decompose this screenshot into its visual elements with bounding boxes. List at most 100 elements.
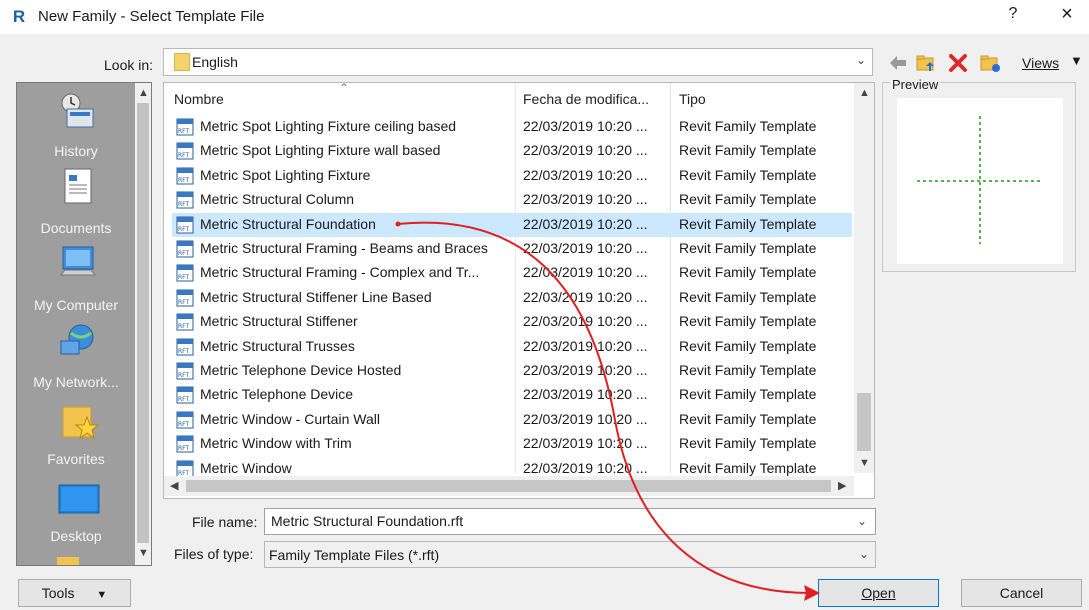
places-scrollbar[interactable]: ▲ ▼ (135, 83, 151, 565)
help-button[interactable]: ? (1003, 5, 1023, 27)
chevron-down-icon[interactable]: ⌄ (859, 547, 869, 561)
column-header-name[interactable]: Nombre (174, 88, 224, 114)
table-row[interactable]: RFT Metric Structural Column 22/03/2019 10… (172, 188, 852, 212)
preview-image (897, 98, 1063, 264)
close-button[interactable]: × (1055, 3, 1079, 27)
chevron-down-icon[interactable]: ⌄ (856, 53, 866, 67)
file-name-cell: Metric Spot Lighting Fixture ceiling bas… (200, 118, 457, 134)
file-type-cell: Revit Family Template (679, 288, 817, 305)
new-folder-icon[interactable] (979, 52, 1001, 74)
file-date-cell: 22/03/2019 10:20 ... (523, 142, 648, 159)
file-type-label: Files of type: (174, 546, 254, 562)
table-row[interactable]: RFT Metric Telephone Device 22/03/2019 10:… (172, 383, 852, 407)
open-button[interactable]: Open (818, 579, 939, 607)
documents-icon[interactable] (57, 167, 101, 207)
column-header-date[interactable]: Fecha de modifica... (523, 88, 649, 114)
table-row[interactable]: RFT Metric Spot Lighting Fixture ceiling … (172, 115, 852, 139)
table-row[interactable]: RFT Metric Structural Trusses 22/03/2019 1… (172, 335, 852, 359)
scroll-down-icon[interactable]: ▼ (859, 457, 870, 469)
table-row[interactable]: RFT Metric Window - Curtain Wall 22/03/201… (172, 408, 852, 432)
table-row[interactable]: RFT Metric Structural Stiffener 22/03/2019… (172, 310, 852, 334)
vertical-scroll-thumb[interactable] (857, 393, 871, 451)
file-type-cell: Revit Family Template (679, 166, 817, 183)
file-type-cell: Revit Family Template (679, 337, 817, 354)
file-type-cell: Revit Family Template (679, 240, 817, 256)
rft-file-icon: RFT (176, 338, 194, 356)
scroll-down-icon[interactable]: ▼ (138, 547, 149, 559)
table-row[interactable]: RFT Metric Spot Lighting Fixture 22/03/201… (172, 164, 852, 188)
file-date-cell: 22/03/2019 10:20 ... (523, 459, 648, 476)
rft-file-icon: RFT (176, 362, 194, 380)
table-row[interactable]: RFT Metric Telephone Device Hosted 22/03/2… (172, 359, 852, 383)
delete-icon[interactable] (947, 52, 969, 74)
back-arrow-icon[interactable] (887, 52, 909, 74)
favorites-icon[interactable] (57, 401, 101, 441)
open-button-label: Open (861, 585, 896, 601)
table-row[interactable]: RFT Metric Structural Framing - Beams and… (172, 237, 852, 261)
table-row[interactable]: RFT Metric Structural Framing - Complex a… (172, 261, 852, 285)
preview-label: Preview (890, 77, 941, 92)
scroll-left-icon[interactable]: ◀ (170, 479, 178, 492)
rft-file-icon: RFT (176, 313, 194, 331)
file-date-cell: 22/03/2019 10:20 ... (523, 288, 648, 305)
cancel-button[interactable]: Cancel (961, 579, 1082, 607)
file-type-dropdown[interactable]: Family Template Files (*.rft) ⌄ (264, 541, 876, 568)
svg-text:RFT: RFT (178, 177, 190, 184)
rft-file-icon: RFT (176, 216, 194, 234)
scroll-right-icon[interactable]: ▶ (838, 479, 846, 492)
file-type-cell: Revit Family Template (679, 118, 817, 134)
views-dropdown-arrow-icon[interactable]: ▼ (1070, 53, 1083, 68)
chevron-down-icon[interactable]: ⌄ (857, 514, 867, 528)
look-in-label: Look in: (104, 57, 154, 73)
places-scroll-thumb[interactable] (137, 103, 149, 543)
table-row[interactable]: RFT Metric Window with Trim 22/03/2019 10:… (172, 432, 852, 456)
svg-text:RFT: RFT (178, 323, 190, 330)
history-icon[interactable] (57, 91, 101, 131)
file-list: ⌃ Nombre Fecha de modifica... Tipo RFT Me… (163, 82, 875, 499)
place-label-my-computer[interactable]: My Computer (17, 297, 135, 313)
svg-text:RFT: RFT (178, 445, 190, 452)
computer-icon[interactable] (57, 243, 101, 283)
look-in-value: English (192, 54, 238, 70)
places-sidebar: History Documents My Computer My Network… (16, 82, 152, 566)
file-type-cell: Revit Family Template (679, 191, 817, 208)
scroll-up-icon[interactable]: ▲ (138, 87, 149, 99)
up-folder-icon[interactable] (915, 52, 937, 74)
tools-button[interactable]: Tools ▼ (18, 579, 131, 607)
table-row[interactable]: RFT Metric Spot Lighting Fixture wall bas… (172, 139, 852, 163)
place-label-history[interactable]: History (17, 143, 135, 159)
file-date-cell: 22/03/2019 10:20 ... (523, 435, 648, 452)
title-bar: R New Family - Select Template File ? × (0, 0, 1089, 34)
svg-text:RFT: RFT (178, 201, 190, 208)
file-date-cell: 22/03/2019 10:20 ... (523, 191, 648, 208)
folder-partial-icon (57, 557, 79, 565)
file-list-horizontal-scrollbar[interactable]: ◀ ▶ (164, 476, 854, 496)
file-date-cell: 22/03/2019 10:20 ... (523, 386, 648, 403)
file-type-cell: Revit Family Template (679, 264, 817, 281)
network-icon[interactable] (57, 321, 101, 361)
file-date-cell: 22/03/2019 10:20 ... (523, 410, 648, 427)
place-label-favorites[interactable]: Favorites (17, 451, 135, 467)
scroll-up-icon[interactable]: ▲ (859, 87, 870, 99)
file-list-vertical-scrollbar[interactable]: ▲ ▼ (854, 83, 874, 473)
table-row[interactable]: RFT Metric Structural Foundation 22/03/201… (172, 212, 852, 237)
place-label-my-network[interactable]: My Network... (17, 374, 135, 390)
desktop-icon[interactable] (57, 479, 101, 519)
file-name-cell: Metric Spot Lighting Fixture wall based (200, 142, 441, 159)
file-type-cell: Revit Family Template (679, 215, 817, 232)
file-date-cell: 22/03/2019 10:20 ... (523, 240, 648, 256)
column-header-type[interactable]: Tipo (679, 88, 706, 114)
file-name-cell: Metric Structural Framing - Complex and … (200, 264, 480, 281)
revit-app-icon: R (12, 7, 26, 26)
place-label-documents[interactable]: Documents (17, 220, 135, 236)
horizontal-scroll-thumb[interactable] (186, 480, 831, 492)
file-name-cell: Metric Window - Curtain Wall (200, 410, 380, 427)
place-label-desktop[interactable]: Desktop (17, 528, 135, 544)
views-button[interactable]: Views (1022, 55, 1059, 71)
look-in-dropdown[interactable]: English ⌄ (163, 48, 873, 76)
svg-text:RFT: RFT (178, 250, 190, 257)
rft-file-icon: RFT (176, 191, 194, 209)
file-name-input[interactable]: Metric Structural Foundation.rft (264, 508, 876, 535)
table-row[interactable]: RFT Metric Structural Stiffener Line Base… (172, 286, 852, 310)
rft-file-icon: RFT (176, 142, 194, 160)
